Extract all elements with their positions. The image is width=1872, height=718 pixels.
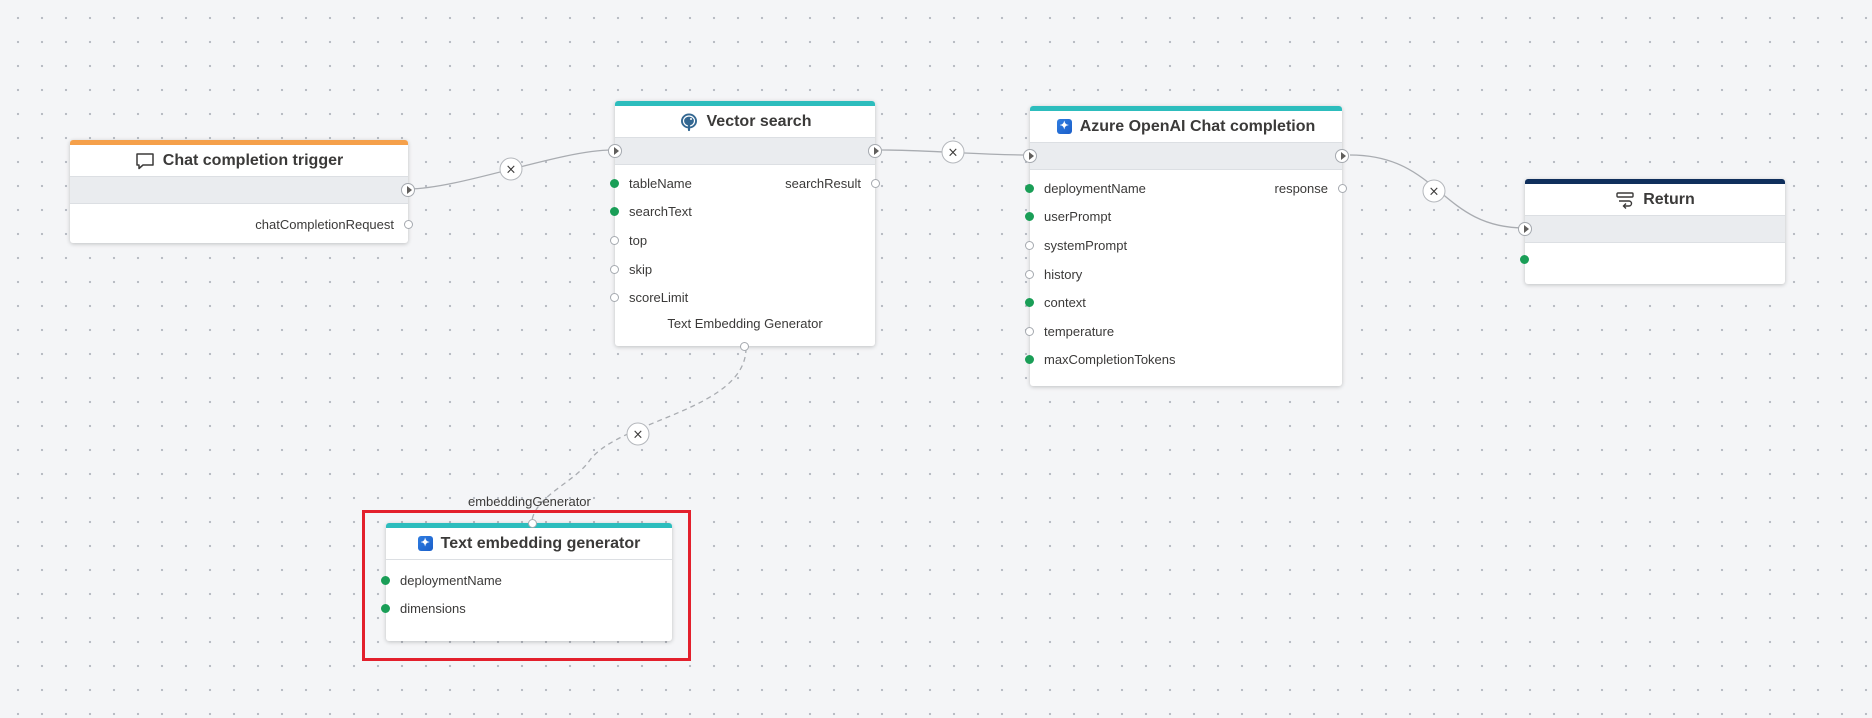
- output-port-dot[interactable]: [871, 178, 880, 188]
- input-port-label: tableName: [629, 175, 692, 191]
- input-port-dot[interactable]: [1025, 355, 1034, 365]
- embedding-generator-port-label: embeddingGenerator: [468, 494, 591, 509]
- azure-openai-icon: ✦: [417, 536, 433, 551]
- node-vector-search[interactable]: Vector search tableName searchResult sea…: [608, 101, 882, 351]
- input-port-label: deploymentName: [1044, 180, 1146, 196]
- input-port-row-dimensions: dimensions: [381, 595, 672, 624]
- node-title: Vector search: [706, 112, 812, 130]
- input-port-label: history: [1044, 266, 1083, 282]
- input-port-dot[interactable]: [610, 293, 619, 303]
- input-port-label: top: [629, 232, 648, 248]
- input-port-row-userPrompt: userPrompt: [1025, 203, 1342, 232]
- input-port-dot[interactable]: [1520, 254, 1529, 264]
- node-return[interactable]: Return: [1518, 179, 1785, 284]
- node-header[interactable]: ✦ Azure OpenAI Chat completion: [1030, 111, 1342, 142]
- edge-remove-button-1[interactable]: ×: [499, 157, 523, 181]
- node-flow-row: [70, 176, 415, 204]
- input-port-row: [1520, 245, 1785, 274]
- node-text-embedding-generator[interactable]: ✦ Text embedding generator deploymentNam…: [381, 519, 672, 642]
- input-port-dot[interactable]: [610, 178, 619, 188]
- node-flow-row: [1023, 142, 1349, 170]
- input-port-label: scoreLimit: [629, 290, 689, 306]
- input-port-dot[interactable]: [1025, 269, 1034, 279]
- return-icon: [1615, 191, 1635, 209]
- input-port-dot[interactable]: [610, 235, 619, 245]
- input-port-dot[interactable]: [381, 575, 390, 585]
- input-port-label: dimensions: [400, 601, 466, 617]
- input-port-dot[interactable]: [610, 207, 619, 217]
- node-chat-completion-trigger[interactable]: Chat completion trigger chatCompletionRe…: [70, 140, 415, 243]
- node-flow-row: [1518, 215, 1785, 243]
- embedding-generator-slot-port[interactable]: [740, 341, 749, 351]
- node-header[interactable]: Return: [1525, 184, 1785, 215]
- connections-layer: × × × ×: [407, 140, 1526, 521]
- node-title: Chat completion trigger: [162, 151, 344, 169]
- input-port-label: deploymentName: [400, 572, 502, 588]
- input-port-row-maxCompletionTokens: maxCompletionTokens: [1025, 346, 1342, 375]
- node-flow-row: [608, 137, 882, 165]
- input-port-row-deploymentName: deploymentName response: [1025, 174, 1347, 203]
- input-port-dot[interactable]: [1025, 183, 1034, 193]
- input-port-row-searchText: searchText: [610, 198, 875, 227]
- input-port-row-context: context: [1025, 288, 1342, 317]
- output-port-label: searchResult: [785, 175, 861, 191]
- embedding-generator-output-port[interactable]: [528, 519, 537, 528]
- output-port-row: chatCompletionRequest: [70, 210, 413, 239]
- input-port-label: temperature: [1044, 323, 1115, 339]
- node-title: Text embedding generator: [440, 534, 641, 552]
- node-title: Return: [1643, 190, 1695, 208]
- embedding-generator-slot-label: Text Embedding Generator: [667, 315, 823, 331]
- input-port-row-tableName: tableName searchResult: [610, 169, 880, 198]
- input-port-row-skip: skip: [610, 255, 875, 284]
- flow-output-port[interactable]: [401, 183, 415, 197]
- input-port-dot[interactable]: [610, 264, 619, 274]
- flow-output-port[interactable]: [868, 144, 882, 158]
- node-header[interactable]: ✦ Text embedding generator: [386, 528, 672, 560]
- node-header[interactable]: Chat completion trigger: [70, 145, 408, 176]
- input-port-row-temperature: temperature: [1025, 317, 1342, 346]
- output-port-dot[interactable]: [404, 219, 413, 229]
- input-port-row-history: history: [1025, 260, 1342, 289]
- input-port-label: context: [1044, 295, 1086, 311]
- flow-input-port[interactable]: [1023, 149, 1037, 163]
- input-port-dot[interactable]: [1025, 240, 1034, 250]
- input-port-dot[interactable]: [1025, 326, 1034, 336]
- input-port-label: skip: [629, 261, 653, 277]
- input-port-row-systemPrompt: systemPrompt: [1025, 231, 1342, 260]
- input-port-row-scoreLimit: scoreLimit: [610, 283, 875, 312]
- output-port-dot[interactable]: [1338, 183, 1347, 193]
- input-port-label: systemPrompt: [1044, 237, 1128, 253]
- edge-remove-button-2[interactable]: ×: [941, 140, 965, 164]
- edge-remove-symbol: ×: [633, 428, 644, 443]
- node-header[interactable]: Vector search: [615, 106, 875, 137]
- edge-remove-button-3[interactable]: ×: [1422, 179, 1446, 203]
- flow-input-port[interactable]: [608, 144, 622, 158]
- flow-output-port[interactable]: [1335, 149, 1349, 163]
- output-port-label: response: [1274, 180, 1328, 196]
- edge-remove-symbol: ×: [948, 146, 959, 161]
- flow-input-port[interactable]: [1518, 222, 1532, 236]
- input-port-row-deploymentName: deploymentName: [381, 566, 672, 595]
- edge-remove-button-4[interactable]: ×: [626, 422, 650, 446]
- node-title: Azure OpenAI Chat completion: [1079, 117, 1316, 135]
- input-port-row-top: top: [610, 226, 875, 255]
- edge-remove-symbol: ×: [506, 163, 517, 178]
- output-port-label: chatCompletionRequest: [255, 216, 394, 232]
- postgresql-elephant-icon: [679, 112, 699, 132]
- node-azure-openai-chat-completion[interactable]: ✦ Azure OpenAI Chat completion deploymen…: [1023, 106, 1349, 387]
- input-port-label: searchText: [629, 204, 692, 220]
- input-port-dot[interactable]: [1025, 298, 1034, 308]
- edge-remove-symbol: ×: [1429, 185, 1440, 200]
- azure-openai-icon: ✦: [1056, 119, 1072, 134]
- input-port-dot[interactable]: [1025, 212, 1034, 222]
- chat-bubble-icon: [135, 152, 155, 170]
- input-port-dot[interactable]: [381, 604, 390, 614]
- input-port-label: userPrompt: [1044, 209, 1112, 225]
- input-port-label: maxCompletionTokens: [1044, 352, 1176, 368]
